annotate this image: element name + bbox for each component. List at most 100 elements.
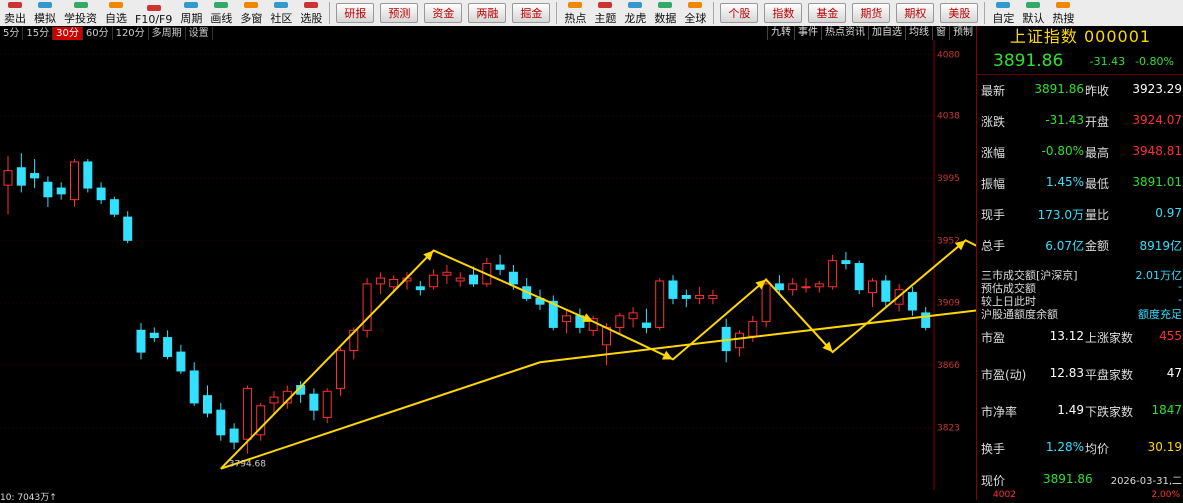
market-button-3[interactable]: 期货 bbox=[852, 3, 891, 23]
candle bbox=[3, 170, 13, 186]
toolbar-item-8[interactable]: 社区 bbox=[266, 0, 296, 26]
toolbar-item3-0[interactable]: 自定 bbox=[988, 0, 1018, 26]
item2-2-icon bbox=[628, 2, 643, 8]
toolbar-item-9[interactable]: 选股 bbox=[296, 0, 326, 26]
row-value-2: 455 bbox=[1159, 329, 1182, 343]
quote-footer: 现价 3891.86 2026-03-31,二 bbox=[977, 472, 1183, 492]
toolbar-item-3[interactable]: 自选 bbox=[101, 0, 131, 26]
chart-tool-0[interactable]: 九转 bbox=[767, 26, 794, 40]
period-tab-4[interactable]: 120分 bbox=[113, 26, 149, 40]
candle bbox=[43, 181, 53, 198]
candle bbox=[774, 283, 784, 291]
item-7-icon bbox=[244, 2, 259, 8]
market-button-0[interactable]: 个股 bbox=[720, 3, 759, 23]
toolbar-item-2[interactable]: 学投资 bbox=[60, 0, 101, 26]
candle bbox=[801, 286, 811, 289]
row-value: 13.12 bbox=[1049, 329, 1084, 343]
market-button-4[interactable]: 期权 bbox=[896, 3, 935, 23]
toolbar-item-5[interactable]: 周期 bbox=[176, 0, 206, 26]
toolbar-label: 龙虎 bbox=[624, 12, 647, 25]
toolbar-item3-1[interactable]: 默认 bbox=[1018, 0, 1048, 26]
item-6-icon bbox=[214, 2, 229, 8]
volume-readout: 10: 7043万↑ bbox=[0, 493, 57, 503]
toolbar-button-0[interactable]: 研报 bbox=[336, 3, 375, 23]
row-label-2: 均价 bbox=[1085, 442, 1110, 456]
candle bbox=[123, 216, 133, 241]
period-tab-1[interactable]: 15分 bbox=[23, 26, 54, 40]
toolbar-item-7[interactable]: 多窗 bbox=[236, 0, 266, 26]
market-button-5[interactable]: 美股 bbox=[940, 3, 979, 23]
toolbar-item2-1[interactable]: 主题 bbox=[590, 0, 620, 26]
toolbar-item2-0[interactable]: 热点 bbox=[560, 0, 590, 26]
period-bar: 5分 15分 30分 60分 120分 多周期 设置 九转 事件 热点资讯 加自选 均线窗预制 bbox=[0, 26, 976, 40]
toolbar-item-6[interactable]: 画线 bbox=[206, 0, 236, 26]
toolbar-button-3[interactable]: 两融 bbox=[468, 3, 507, 23]
candle bbox=[695, 294, 705, 299]
candle bbox=[455, 277, 465, 282]
toolbar-item-0[interactable]: 卖出 bbox=[0, 0, 30, 26]
toolbar-label: 社区 bbox=[270, 12, 293, 25]
price-tick-4: 3909 bbox=[937, 299, 960, 309]
candle bbox=[735, 332, 744, 349]
candle bbox=[868, 280, 877, 294]
toolbar-button-2[interactable]: 资金 bbox=[424, 3, 463, 23]
toolbar-button-1[interactable]: 预测 bbox=[380, 3, 419, 23]
chart-tool-1[interactable]: 事件 bbox=[794, 26, 821, 40]
stat-row-3: 换手 1.28% 均价 30.19 bbox=[977, 440, 1183, 460]
row-value-2: 3891.01 bbox=[1132, 175, 1182, 189]
candle bbox=[362, 283, 372, 331]
row-label: 涨跌 bbox=[981, 115, 1006, 129]
toolbar-button-4[interactable]: 掘金 bbox=[512, 3, 551, 23]
row-label-2: 下跌家数 bbox=[1085, 405, 1134, 419]
row-label: 振幅 bbox=[981, 177, 1006, 191]
toolbar-label: F10/F9 bbox=[135, 13, 173, 26]
toolbar-item2-2[interactable]: 龙虎 bbox=[620, 0, 650, 26]
toolbar-label: 选股 bbox=[300, 12, 323, 25]
candle bbox=[415, 286, 425, 291]
chart-tool-2[interactable]: 热点资讯 bbox=[821, 26, 868, 40]
row-label: 换手 bbox=[981, 442, 1006, 456]
toolbar-label: 卖出 bbox=[4, 12, 26, 25]
period-tab-5[interactable]: 多周期 bbox=[149, 26, 186, 40]
period-tab-3[interactable]: 60分 bbox=[83, 26, 113, 40]
toolbar-item2-4[interactable]: 全球 bbox=[680, 0, 710, 26]
row-value: -0.80% bbox=[1041, 144, 1084, 158]
support-trendline bbox=[220, 309, 976, 470]
toolbar-label: 自定 bbox=[992, 12, 1015, 25]
candle bbox=[748, 321, 758, 337]
market-button-1[interactable]: 指数 bbox=[764, 3, 803, 23]
toolbar-item-4[interactable]: F10/F9 bbox=[131, 0, 176, 26]
toolbar-item3-2[interactable]: 热搜 bbox=[1048, 0, 1078, 26]
candle bbox=[336, 350, 345, 389]
item3-1-icon bbox=[1026, 2, 1041, 8]
quote-row-2: 涨幅 -0.80% 最高 3948.81 bbox=[977, 144, 1183, 164]
chart-tool-3[interactable]: 加自选 bbox=[868, 26, 905, 40]
price-axis bbox=[934, 40, 976, 490]
quote-panel: 上证指数 000001 3891.86 -31.43 -0.80% 最新 3891… bbox=[976, 26, 1183, 500]
chart-tool-5[interactable]: 窗 bbox=[932, 26, 949, 40]
candle bbox=[761, 283, 771, 323]
row-label: 总手 bbox=[981, 239, 1006, 253]
toolbar-separator bbox=[984, 2, 986, 24]
chart-tool-4[interactable]: 均线 bbox=[905, 26, 932, 40]
candle bbox=[269, 396, 279, 404]
market-value: - bbox=[1178, 293, 1182, 306]
period-tab-6[interactable]: 设置 bbox=[186, 26, 213, 40]
candle bbox=[907, 292, 917, 311]
row-label: 市盈(动) bbox=[981, 368, 1027, 382]
chart-tool-6[interactable]: 预制 bbox=[949, 26, 976, 40]
row-value: 6.07亿 bbox=[1045, 239, 1084, 253]
candle bbox=[615, 315, 625, 328]
candle bbox=[16, 167, 26, 186]
period-tab-2[interactable]: 30分 bbox=[53, 26, 83, 40]
toolbar-item-1[interactable]: 模拟 bbox=[30, 0, 60, 26]
period-tab-0[interactable]: 5分 bbox=[0, 26, 24, 40]
market-button-2[interactable]: 基金 bbox=[808, 3, 847, 23]
current-price: 3891.86 bbox=[993, 51, 1064, 71]
row-label: 现手 bbox=[981, 208, 1006, 222]
candlestick-chart[interactable]: 40804038399539523909386638233794.68 bbox=[0, 40, 976, 490]
toolbar-item2-3[interactable]: 数据 bbox=[650, 0, 680, 26]
item-5-icon bbox=[184, 2, 199, 8]
quote-row-4: 现手 173.0万 量比 0.97 bbox=[977, 206, 1183, 226]
price-tick-1: 4038 bbox=[937, 111, 960, 121]
